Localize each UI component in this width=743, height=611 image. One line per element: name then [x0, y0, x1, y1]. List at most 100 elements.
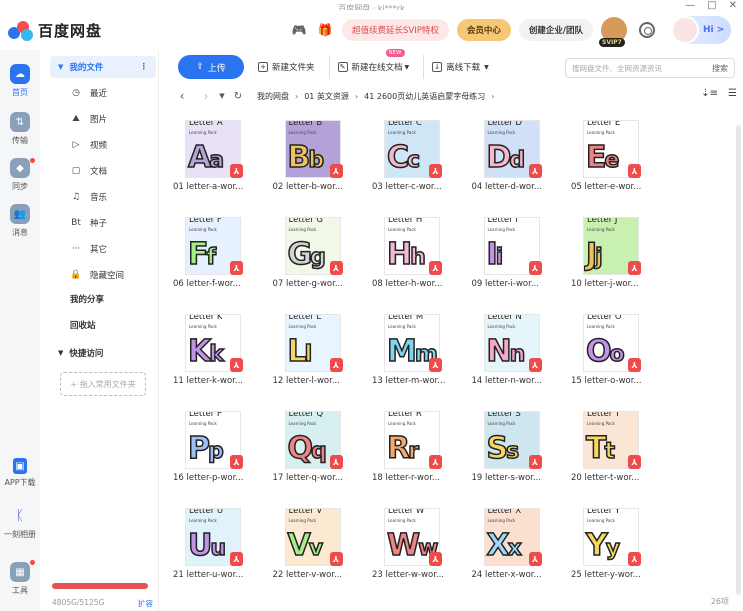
more-options-icon[interactable]: ⋮	[140, 62, 149, 72]
thumbnail-title: Letter S	[487, 411, 521, 419]
file-tile[interactable]: Letter K Learning Pack Kk ⅄ 11 letter-k-wor.…	[173, 314, 272, 410]
rail-home[interactable]: ☁ 首页	[0, 64, 40, 98]
upload-icon: ⇪	[196, 62, 204, 72]
breadcrumb: ‹ › ▼ ↻ 我的网盘 › 01 英文资源 › 41 2600页幼儿英语启蒙字…	[165, 86, 743, 106]
offline-download-button[interactable]: ↓ 离线下载 ▼	[423, 55, 489, 79]
logo[interactable]: 百度网盘	[8, 19, 102, 41]
back-icon[interactable]: ‹	[175, 89, 189, 103]
breadcrumb-current[interactable]: 41 2600页幼儿英语启蒙字母练习	[364, 91, 485, 102]
breadcrumb-separator-icon: ›	[491, 91, 495, 101]
file-tile[interactable]: Letter J Learning Pack Jj ⅄ 10 letter-j-wor.…	[571, 217, 670, 313]
breadcrumb-root[interactable]: 我的网盘	[257, 91, 289, 102]
thumbnail-letters: Yy	[585, 528, 621, 565]
file-tile[interactable]: Letter B Learning Pack Bb ⅄ 02 letter-b-wor.…	[273, 120, 372, 216]
thumbnail-subtitle: Learning Pack	[189, 421, 217, 426]
upload-button[interactable]: ⇪ 上传	[178, 55, 244, 79]
file-name: 05 letter-e-wor...	[571, 182, 642, 192]
file-tile[interactable]: Letter P Learning Pack Pp ⅄ 16 letter-p-wor.…	[173, 411, 272, 507]
rail-messages-label: 消息	[12, 228, 28, 237]
sidebar-item-label: 其它	[90, 245, 108, 255]
file-tile[interactable]: Letter D Learning Pack Dd ⅄ 04 letter-d-wor.…	[472, 120, 571, 216]
file-tile[interactable]: Letter T Learning Pack Tt ⅄ 20 letter-t-wor.…	[571, 411, 670, 507]
pdf-icon: ⅄	[329, 164, 343, 178]
file-tile[interactable]: Letter Q Learning Pack Qq ⅄ 17 letter-q-wor.…	[273, 411, 372, 507]
rail-tools[interactable]: ▦ 工具	[0, 560, 40, 596]
file-tile[interactable]: Letter A Learning Pack Aa ⅄ 01 letter-a-wor.…	[173, 120, 272, 216]
sidebar-item-video[interactable]: ▷ 视频	[46, 134, 156, 156]
new-online-doc-button[interactable]: ✎ 新建在线文档 ▼ NEW	[328, 49, 409, 79]
lock-icon: 🔒	[70, 270, 82, 280]
rail-app-download[interactable]: ▣ APP下载	[0, 458, 40, 488]
file-tile[interactable]: Letter F Learning Pack Ff ⅄ 06 letter-f-wor.…	[173, 217, 272, 313]
file-tile[interactable]: Letter N Learning Pack Nn ⅄ 14 letter-n-wor.…	[472, 314, 571, 410]
file-tile[interactable]: Letter S Learning Pack Ss ⅄ 19 letter-s-wor.…	[472, 411, 571, 507]
file-tile[interactable]: Letter I Learning Pack Ii ⅄ 09 letter-i-wor.…	[472, 217, 571, 313]
rail-transfer[interactable]: ⇅ 传输	[0, 112, 40, 146]
search-input[interactable]: 搜网盘文件、全网资源资讯 搜索	[565, 58, 735, 78]
sort-icon[interactable]: ⇣≡	[701, 88, 718, 99]
file-tile[interactable]: Letter E Learning Pack Ee ⅄ 05 letter-e-wor.…	[571, 120, 670, 216]
create-enterprise-button[interactable]: 创建企业/团队	[518, 19, 593, 41]
user-avatar[interactable]: SVIP7	[599, 17, 627, 47]
pdf-icon: ⅄	[628, 164, 641, 178]
game-icon[interactable]: 🎮	[290, 21, 308, 39]
uppercase-letter: Y	[585, 528, 608, 564]
file-tile[interactable]: Letter C Learning Pack Cc ⅄ 03 letter-c-wor.…	[372, 120, 471, 216]
pdf-icon: ⅄	[429, 358, 442, 372]
settings-gear-icon[interactable]	[639, 22, 655, 38]
rail-sync[interactable]: ◆ 同步	[0, 158, 40, 192]
file-tile[interactable]: Letter H Learning Pack Hh ⅄ 08 letter-h-wor.…	[372, 217, 471, 313]
rail-messages[interactable]: 👥 消息	[0, 204, 40, 238]
thumbnail-subtitle: Learning Pack	[487, 227, 516, 232]
refresh-icon[interactable]: ↻	[231, 91, 245, 102]
vertical-scrollbar[interactable]	[736, 125, 741, 595]
file-tile[interactable]: Letter V Learning Pack Vv ⅄ 22 letter-v-wor.…	[273, 508, 372, 604]
file-tile[interactable]: Letter Y Learning Pack Yy ⅄ 25 letter-y-wor.…	[571, 508, 670, 604]
assistant-button[interactable]: Hi >	[671, 16, 731, 44]
file-tile[interactable]: Letter U Learning Pack Uu ⅄ 21 letter-u-wor.…	[173, 508, 272, 604]
search-placeholder: 搜网盘文件、全网资源资讯	[572, 63, 662, 73]
sidebar-item-clock[interactable]: ◷ 最近	[46, 82, 156, 104]
quick-access-drop-zone[interactable]: + 拖入常用文件夹	[60, 372, 146, 396]
sidebar-item-bt[interactable]: Bt 种子	[46, 212, 156, 234]
forward-icon[interactable]: ›	[199, 89, 213, 103]
file-tile[interactable]: Letter W Learning Pack Ww ⅄ 23 letter-w-wor.…	[372, 508, 471, 604]
expand-storage-link[interactable]: 扩容	[138, 598, 153, 609]
history-dropdown-icon[interactable]: ▼	[215, 92, 229, 100]
file-tile[interactable]: Letter O Learning Pack Oo ⅄ 15 letter-o-wor.…	[571, 314, 670, 410]
breadcrumb-item[interactable]: 01 英文资源	[304, 91, 349, 102]
view-options: ⇣≡ ☰	[701, 88, 737, 99]
sidebar-item-label: 文档	[90, 167, 108, 177]
sidebar-quick-access[interactable]: ▼ 快捷访问	[58, 342, 168, 364]
new-folder-button[interactable]: + 新建文件夹	[258, 55, 315, 79]
file-tile[interactable]: Letter G Learning Pack Gg ⅄ 07 letter-g-wor.…	[273, 217, 372, 313]
thumbnail-letters: Uu	[187, 528, 226, 565]
pdf-icon: ⅄	[429, 261, 442, 275]
lowercase-letter: v	[308, 535, 324, 562]
sidebar-item-more[interactable]: ··· 其它	[46, 238, 156, 260]
sidebar-item-lock[interactable]: 🔒 隐藏空间	[46, 264, 156, 286]
sidebar-item-recycle[interactable]: 回收站	[70, 314, 180, 336]
sidebar-item-my-share[interactable]: 我的分享	[70, 288, 180, 310]
search-button[interactable]: 搜索	[712, 63, 728, 74]
lowercase-letter: x	[507, 535, 523, 562]
thumbnail-subtitle: Learning Pack	[487, 130, 516, 135]
sidebar-item-music[interactable]: ♫ 音乐	[46, 186, 156, 208]
svip-promo-button[interactable]: 超值续费延长SVIP特权	[342, 19, 449, 41]
uppercase-letter: E	[585, 140, 607, 176]
file-tile[interactable]: Letter M Learning Pack Mm ⅄ 13 letter-m-wor.…	[372, 314, 471, 410]
vip-center-button[interactable]: 会员中心	[456, 19, 511, 41]
rail-album[interactable]: ᛕ 一刻相册	[0, 506, 40, 540]
lowercase-letter: e	[604, 147, 620, 174]
sidebar-item-image[interactable]: ⛰ 图片	[46, 108, 156, 130]
file-tile[interactable]: Letter L Learning Pack Ll ⅄ 12 letter-l-wor.…	[273, 314, 372, 410]
file-tile[interactable]: Letter X Learning Pack Xx ⅄ 24 letter-x-wor.…	[472, 508, 571, 604]
lowercase-letter: t	[604, 438, 616, 465]
sidebar-item-my-files[interactable]: ▼ 我的文件 ⋮	[50, 56, 156, 78]
gift-icon[interactable]: 🎁	[316, 21, 334, 39]
sidebar-item-document[interactable]: ▢ 文档	[46, 160, 156, 182]
list-view-icon[interactable]: ☰	[728, 88, 737, 99]
file-tile[interactable]: Letter R Learning Pack Rr ⅄ 18 letter-r-wor.…	[372, 411, 471, 507]
lowercase-letter: o	[609, 341, 626, 368]
sidebar-item-label: 图片	[90, 115, 108, 125]
